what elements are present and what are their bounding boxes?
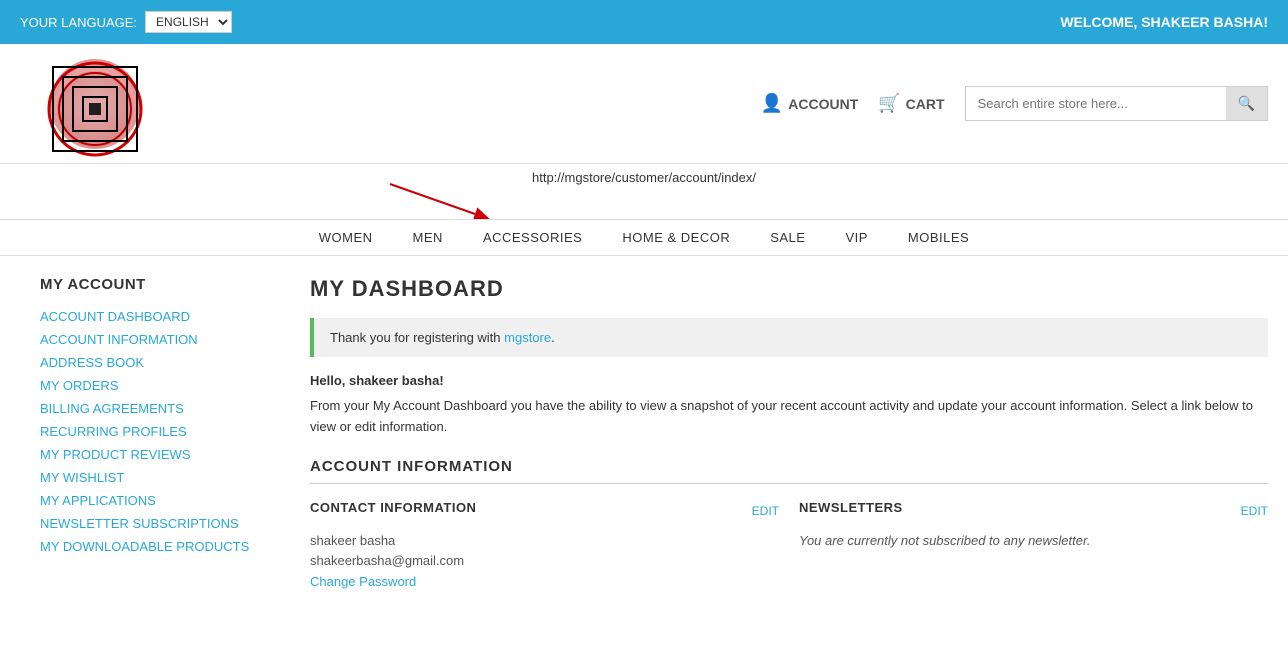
search-input[interactable] — [966, 88, 1226, 119]
welcome-message: WELCOME, SHAKEER BASHA! — [1060, 14, 1268, 30]
sidebar-item-my-applications[interactable]: MY APPLICATIONS — [40, 489, 290, 512]
contact-name: shakeer basha — [310, 531, 779, 552]
cart-link[interactable]: 🛒 CART — [878, 93, 944, 114]
sidebar-item-newsletter-subscriptions[interactable]: NEWSLETTER SUBSCRIPTIONS — [40, 512, 290, 535]
contact-info-header: CONTACT INFORMATION EDIT — [310, 500, 779, 523]
info-grid: CONTACT INFORMATION EDIT shakeer basha s… — [310, 500, 1268, 593]
sidebar-item-downloadable-products[interactable]: MY DOWNLOADABLE PRODUCTS — [40, 535, 290, 558]
contact-info-content: shakeer basha shakeerbasha@gmail.com Cha… — [310, 531, 779, 593]
sidebar-item-address-book[interactable]: ADDRESS BOOK — [40, 351, 290, 374]
sidebar-item-billing-agreements[interactable]: BILLING AGREEMENTS — [40, 397, 290, 420]
notice-prefix: Thank you for registering with — [330, 330, 504, 345]
header: 👤 ACCOUNT 🛒 CART 🔍 — [0, 44, 1288, 164]
newsletters-edit-link[interactable]: EDIT — [1241, 504, 1268, 518]
nav-mobiles[interactable]: MOBILES — [908, 230, 969, 245]
header-actions: 👤 ACCOUNT 🛒 CART 🔍 — [761, 86, 1268, 121]
account-link[interactable]: 👤 ACCOUNT — [761, 93, 858, 114]
notice-bar: Thank you for registering with mgstore. — [310, 318, 1268, 357]
top-bar: YOUR LANGUAGE: ENGLISH WELCOME, SHAKEER … — [0, 0, 1288, 44]
account-label: ACCOUNT — [788, 96, 858, 112]
nav-men[interactable]: MEN — [413, 230, 443, 245]
newsletters-header: NEWSLETTERS EDIT — [799, 500, 1268, 523]
sidebar-item-wishlist[interactable]: MY WISHLIST — [40, 466, 290, 489]
sidebar-item-product-reviews[interactable]: MY PRODUCT REVIEWS — [40, 443, 290, 466]
sidebar-item-recurring-profiles[interactable]: RECURRING PROFILES — [40, 420, 290, 443]
sidebar-item-my-orders[interactable]: MY ORDERS — [40, 374, 290, 397]
nav-accessories[interactable]: ACCESSORIES — [483, 230, 582, 245]
account-information-section-title: ACCOUNT INFORMATION — [310, 458, 1268, 484]
language-label: YOUR LANGUAGE: — [20, 15, 137, 30]
main-content: MY DASHBOARD Thank you for registering w… — [310, 276, 1268, 593]
nav-vip[interactable]: VIP — [845, 230, 867, 245]
description-text: From your My Account Dashboard you have … — [310, 396, 1268, 438]
sidebar: MY ACCOUNT ACCOUNT DASHBOARD ACCOUNT INF… — [40, 276, 310, 593]
url-annotation-area: http://mgstore/customer/account/index/ — [0, 164, 1288, 219]
notice-suffix: . — [551, 330, 555, 345]
nav-women[interactable]: WOMEN — [319, 230, 373, 245]
language-select[interactable]: ENGLISH — [145, 11, 232, 33]
content-wrapper: MY ACCOUNT ACCOUNT DASHBOARD ACCOUNT INF… — [0, 256, 1288, 613]
nav-sale[interactable]: SALE — [770, 230, 805, 245]
sidebar-title: MY ACCOUNT — [40, 276, 290, 293]
nav-home-decor[interactable]: HOME & DECOR — [622, 230, 730, 245]
dashboard-title: MY DASHBOARD — [310, 276, 1268, 302]
cart-label: CART — [906, 96, 945, 112]
newsletters-box: NEWSLETTERS EDIT You are currently not s… — [799, 500, 1268, 593]
hello-text: Hello, shakeer basha! — [310, 373, 1268, 388]
newsletters-status: You are currently not subscribed to any … — [799, 533, 1090, 548]
url-text: http://mgstore/customer/account/index/ — [532, 170, 756, 185]
annotation-arrow — [380, 179, 500, 219]
logo-wrapper — [45, 59, 140, 154]
account-icon: 👤 — [761, 93, 783, 114]
change-password-link[interactable]: Change Password — [310, 574, 416, 589]
notice-store-link[interactable]: mgstore — [504, 330, 551, 345]
search-bar: 🔍 — [965, 86, 1268, 121]
contact-info-box: CONTACT INFORMATION EDIT shakeer basha s… — [310, 500, 779, 593]
contact-email: shakeerbasha@gmail.com — [310, 551, 779, 572]
contact-info-title: CONTACT INFORMATION — [310, 500, 476, 515]
sidebar-item-account-dashboard[interactable]: ACCOUNT DASHBOARD — [40, 305, 290, 328]
language-selector-area: YOUR LANGUAGE: ENGLISH — [20, 11, 232, 33]
main-nav: WOMEN MEN ACCESSORIES HOME & DECOR SALE … — [0, 219, 1288, 256]
sidebar-item-account-information[interactable]: ACCOUNT INFORMATION — [40, 328, 290, 351]
search-button[interactable]: 🔍 — [1226, 87, 1267, 120]
logo-area[interactable] — [40, 54, 150, 154]
newsletters-content: You are currently not subscribed to any … — [799, 531, 1268, 552]
logo-svg — [45, 59, 145, 159]
contact-edit-link[interactable]: EDIT — [752, 504, 779, 518]
cart-icon: 🛒 — [878, 93, 900, 114]
newsletters-title: NEWSLETTERS — [799, 500, 903, 515]
